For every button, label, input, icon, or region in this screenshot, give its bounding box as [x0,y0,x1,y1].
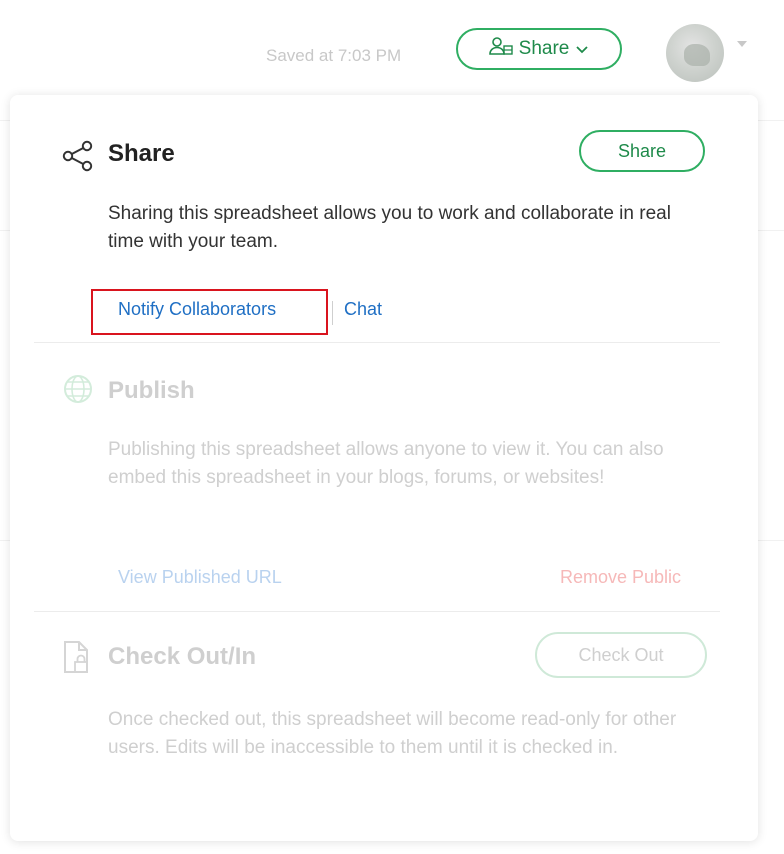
notify-collaborators-link[interactable]: Notify Collaborators [118,299,276,320]
avatar-caret-icon[interactable] [737,41,747,47]
share-title: Share [108,140,175,167]
chevron-down-icon [575,38,589,60]
avatar[interactable] [666,24,724,82]
section-divider [34,611,720,612]
share-nodes-icon [61,140,95,177]
checkout-description: Once checked out, this spreadsheet will … [108,709,677,758]
remove-public-link[interactable]: Remove Public [560,567,681,588]
saved-status: Saved at 7:03 PM [266,46,402,65]
share-toolbar-button[interactable]: Share [456,28,622,70]
globe-icon [62,373,94,410]
link-separator [332,301,333,325]
users-icon [488,36,513,62]
check-out-button[interactable]: Check Out [535,632,707,678]
publish-title: Publish [108,377,195,404]
section-divider [34,342,720,343]
chat-link[interactable]: Chat [344,299,382,320]
view-published-url-link[interactable]: View Published URL [118,567,282,588]
publish-description: Publishing this spreadsheet allows anyon… [108,439,664,488]
checkout-title: Check Out/In [108,643,257,670]
share-toolbar-label: Share [518,38,570,59]
share-button[interactable]: Share [579,130,705,172]
share-description: Sharing this spreadsheet allows you to w… [108,203,671,252]
lock-document-icon [62,640,92,681]
